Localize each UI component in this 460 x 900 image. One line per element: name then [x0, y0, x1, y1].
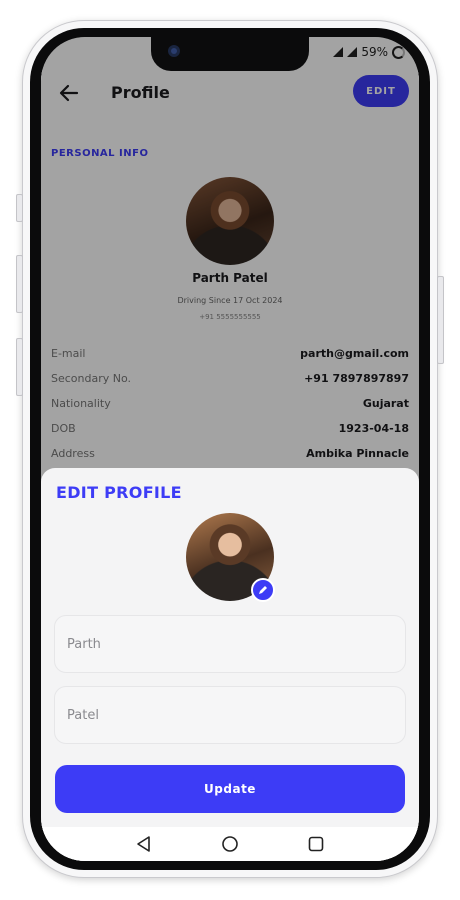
last-name-field[interactable] — [54, 686, 406, 744]
system-nav-bar — [41, 827, 419, 861]
square-recents-icon[interactable] — [305, 833, 327, 855]
circle-home-icon[interactable] — [219, 833, 241, 855]
phone-side-button-mute — [16, 194, 23, 222]
notch — [151, 37, 309, 71]
phone-side-button-volume-up — [16, 255, 23, 313]
pencil-icon[interactable] — [251, 578, 275, 602]
edit-profile-sheet: EDIT PROFILE Update — [41, 468, 419, 861]
phone-screen: Profile EDIT PERSONAL INFO Parth Patel D… — [41, 37, 419, 861]
phone-side-button-volume-down — [16, 338, 23, 396]
update-button[interactable]: Update — [55, 765, 405, 813]
triangle-back-icon[interactable] — [133, 833, 155, 855]
sheet-title: EDIT PROFILE — [56, 483, 182, 502]
phone-side-button-power — [437, 276, 444, 364]
first-name-field[interactable] — [54, 615, 406, 673]
camera-icon — [168, 45, 180, 57]
